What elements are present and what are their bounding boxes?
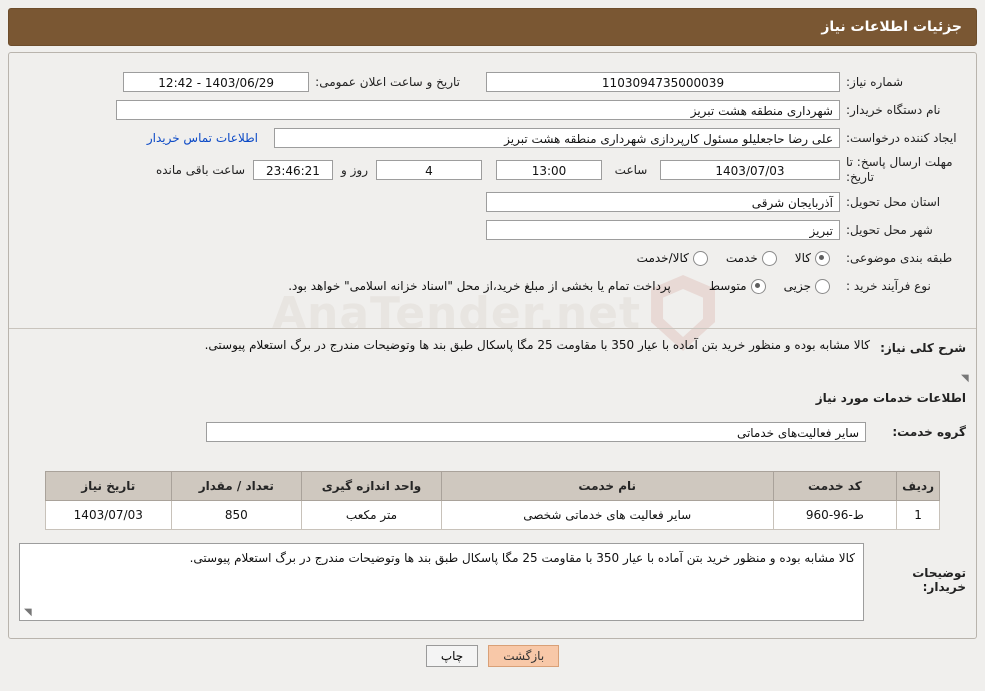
purchase-type-option-label: متوسط <box>708 279 747 293</box>
td-unit: متر مکعب <box>301 500 442 530</box>
buyer-org-label: نام دستگاه خریدار: <box>846 103 941 117</box>
city-label: شهر محل تحویل: <box>846 223 933 237</box>
category-option-label: کالا <box>794 251 811 265</box>
radio-icon[interactable] <box>692 250 708 266</box>
td-service-code: ط-96-960 <box>772 500 898 530</box>
resize-handle-icon[interactable]: ◥ <box>961 374 971 384</box>
print-button[interactable]: چاپ <box>425 645 479 667</box>
purchase-type-option-jozee[interactable]: جزیی <box>783 278 830 294</box>
td-row-number: 1 <box>896 500 940 530</box>
buyer-org-value: شهرداری منطقه هشت تبریز <box>116 100 840 120</box>
service-group-label: گروه خدمت: <box>892 425 966 439</box>
radio-icon[interactable] <box>815 278 830 294</box>
purchase-type-options: جزیی متوسط پرداخت تمام یا بخشی از مبلغ خ… <box>288 278 840 294</box>
radio-icon[interactable] <box>761 250 777 266</box>
category-option-label: کالا/خدمت <box>636 251 689 265</box>
deadline-remaining: 23:46:21 <box>253 160 333 180</box>
th-row-number: ردیف <box>896 471 940 501</box>
row-service-group: گروه خدمت: سایر فعالیت‌های خدماتی <box>186 421 966 443</box>
province-label: استان محل تحویل: <box>846 195 941 209</box>
back-button[interactable]: بازگشت <box>488 645 560 667</box>
purchase-type-note: پرداخت تمام یا بخشی از مبلغ خرید،از محل … <box>288 279 671 293</box>
deadline-days: 4 <box>376 160 482 180</box>
general-desc-text: کالا مشابه بوده و منظور خرید بتن آماده ب… <box>204 338 870 352</box>
page-root: جزئیات اطلاعات نیاز AnaTender.net شماره … <box>0 0 985 691</box>
buyer-notes-box: کالا مشابه بوده و منظور خرید بتن آماده ب… <box>19 543 864 621</box>
divider-top <box>9 328 976 329</box>
td-service-name: سایر فعالیت های خدماتی شخصی <box>440 500 774 530</box>
general-desc-wrap: کالا مشابه بوده و منظور خرید بتن آماده ب… <box>121 336 969 384</box>
deadline-time: 13:00 <box>496 160 602 180</box>
deadline-date: 1403/07/03 <box>660 160 840 180</box>
purchase-type-label: نوع فرآیند خرید : <box>846 279 931 293</box>
td-need-date: 1403/07/03 <box>45 500 172 530</box>
purchase-type-option-label: جزیی <box>783 279 811 293</box>
page-title: جزئیات اطلاعات نیاز <box>821 19 962 35</box>
page-header: جزئیات اطلاعات نیاز <box>8 8 977 46</box>
table-header-row: ردیف کد خدمت نام خدمت واحد اندازه گیری ت… <box>45 471 940 501</box>
deadline-days-label: روز و <box>341 163 368 177</box>
table-row: 1 ط-96-960 سایر فعالیت های خدماتی شخصی م… <box>45 500 940 530</box>
row-buyer-org: نام دستگاه خریدار: شهرداری منطقه هشت تبر… <box>19 99 966 121</box>
need-number-label: شماره نیاز: <box>846 75 903 89</box>
row-need-number: شماره نیاز: 1103094735000039 تاریخ و ساع… <box>19 71 966 93</box>
deadline-time-label: ساعت <box>614 163 648 177</box>
buyer-notes-label: توضیحات خریدار: <box>912 566 966 594</box>
requester-label: ایجاد کننده درخواست: <box>846 131 957 145</box>
footer-actions: بازگشت چاپ <box>0 645 985 667</box>
row-deadline: مهلت ارسال پاسخ: تا تاریخ: 1403/07/03 سا… <box>19 155 966 185</box>
th-unit: واحد اندازه گیری <box>301 471 442 501</box>
requester-value: علی رضا حاجعلیلو مسئول کارپردازی شهرداری… <box>274 128 840 148</box>
th-service-code: کد خدمت <box>772 471 898 501</box>
buyer-notes-text: کالا مشابه بوده و منظور خرید بتن آماده ب… <box>189 551 855 565</box>
purchase-type-option-motevaset[interactable]: متوسط <box>708 278 766 294</box>
province-value: آذربایجان شرقی <box>486 192 840 212</box>
radio-icon[interactable] <box>750 278 766 294</box>
row-city: شهر محل تحویل: تبریز <box>19 219 966 241</box>
services-section-title: اطلاعات خدمات مورد نیاز <box>815 391 966 405</box>
category-option-label: خدمت <box>725 251 758 265</box>
category-option-kala-khedmat[interactable]: کالا/خدمت <box>636 250 708 266</box>
th-need-date: تاریخ نیاز <box>45 471 172 501</box>
details-panel: AnaTender.net شماره نیاز: 11030947350000… <box>8 52 977 639</box>
category-label: طبقه بندی موضوعی: <box>846 251 953 265</box>
radio-icon[interactable] <box>815 250 830 266</box>
category-option-khedmat[interactable]: خدمت <box>725 250 777 266</box>
top-form: شماره نیاز: 1103094735000039 تاریخ و ساع… <box>19 71 966 303</box>
row-category: طبقه بندی موضوعی: کالا خدمت کالا/خدمت <box>19 247 966 269</box>
category-option-kala[interactable]: کالا <box>794 250 830 266</box>
row-province: استان محل تحویل: آذربایجان شرقی <box>19 191 966 213</box>
td-quantity: 850 <box>170 500 303 530</box>
category-options: کالا خدمت کالا/خدمت <box>619 250 840 266</box>
need-number-value: 1103094735000039 <box>486 72 840 92</box>
deadline-label: مهلت ارسال پاسخ: تا تاریخ: <box>846 155 953 184</box>
city-value: تبریز <box>486 220 840 240</box>
public-announce-label: تاریخ و ساعت اعلان عمومی: <box>315 75 460 89</box>
service-group-value: سایر فعالیت‌های خدماتی <box>206 422 866 442</box>
services-table: ردیف کد خدمت نام خدمت واحد اندازه گیری ت… <box>45 471 940 530</box>
row-requester: ایجاد کننده درخواست: علی رضا حاجعلیلو مس… <box>19 127 966 149</box>
th-quantity: تعداد / مقدار <box>170 471 303 501</box>
resize-handle-icon[interactable]: ◥ <box>24 608 34 618</box>
deadline-remaining-label: ساعت باقی مانده <box>155 163 245 177</box>
th-service-name: نام خدمت <box>440 471 774 501</box>
row-purchase-type: نوع فرآیند خرید : جزیی متوسط پرداخت تمام… <box>19 275 966 297</box>
buyer-contact-link[interactable]: اطلاعات تماس خریدار <box>147 131 274 145</box>
public-announce-value: 1403/06/29 - 12:42 <box>123 72 310 92</box>
